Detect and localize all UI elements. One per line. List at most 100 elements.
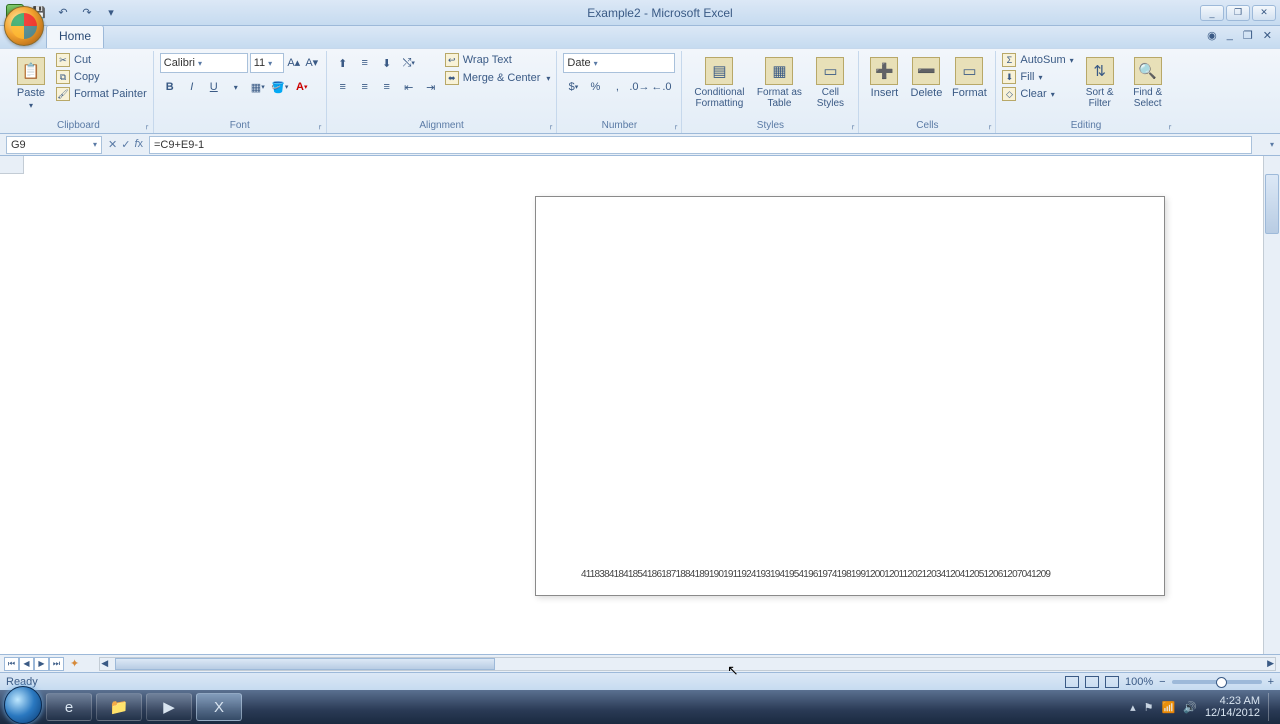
taskbar-explorer-icon[interactable]: 📁: [96, 693, 142, 721]
autosum-label: AutoSum: [1020, 54, 1065, 66]
orientation-icon[interactable]: ⤭▾: [399, 53, 419, 73]
zoom-out-icon[interactable]: −: [1159, 676, 1165, 688]
restore-button[interactable]: ❐: [1226, 5, 1250, 21]
borders-button[interactable]: ▦▾: [248, 77, 268, 97]
italic-button[interactable]: I: [182, 77, 202, 97]
tray-show-hidden-icon[interactable]: ▴: [1130, 701, 1136, 714]
delete-cells-button[interactable]: ➖Delete: [907, 53, 945, 99]
fill-color-button[interactable]: 🪣▾: [270, 77, 290, 97]
clear-button[interactable]: ◇Clear▾: [1002, 87, 1073, 101]
fill-button[interactable]: ⬇Fill▾: [1002, 70, 1073, 84]
align-right-icon[interactable]: ≡: [377, 77, 397, 97]
conditional-formatting-button[interactable]: ▤Conditional Formatting: [688, 53, 750, 109]
decrease-decimal-icon[interactable]: ←.0: [651, 77, 671, 97]
undo-icon[interactable]: ↶: [54, 4, 72, 22]
ribbon-tab-home[interactable]: Home: [46, 25, 104, 48]
brush-icon: 🖌: [56, 87, 70, 101]
format-as-table-button[interactable]: ▦Format as Table: [754, 53, 804, 109]
tray-volume-icon[interactable]: 🔊: [1183, 701, 1197, 714]
fx-icon[interactable]: fx: [134, 138, 143, 151]
align-center-icon[interactable]: ≡: [355, 77, 375, 97]
sort-icon: ⇅: [1086, 57, 1114, 85]
format-cells-button[interactable]: ▭Format: [949, 53, 989, 99]
select-all-corner[interactable]: [0, 156, 24, 174]
align-middle-icon[interactable]: ≡: [355, 53, 375, 73]
zoom-level[interactable]: 100%: [1125, 676, 1153, 688]
ribbon: 📋 Paste ▾ ✂Cut ⧉Copy 🖌Format Painter Cli…: [0, 48, 1280, 134]
align-bottom-icon[interactable]: ⬇: [377, 53, 397, 73]
paste-button[interactable]: 📋 Paste ▾: [10, 53, 52, 110]
cell-styles-button[interactable]: ▭Cell Styles: [808, 53, 852, 109]
enter-formula-icon[interactable]: ✓: [121, 138, 130, 151]
redo-icon[interactable]: ↷: [78, 4, 96, 22]
format-painter-button[interactable]: 🖌Format Painter: [56, 87, 147, 101]
qat-customize-icon[interactable]: ▾: [102, 4, 120, 22]
normal-view-icon[interactable]: [1065, 676, 1079, 688]
sheet-nav-last-icon[interactable]: ⏭: [49, 657, 64, 671]
wrap-label: Wrap Text: [463, 54, 512, 66]
minimize-button[interactable]: _: [1200, 5, 1224, 21]
taskbar-excel-icon[interactable]: X: [196, 693, 242, 721]
restore-workbook-icon[interactable]: ❐: [1243, 29, 1253, 42]
font-size-combo[interactable]: 11▾: [250, 53, 284, 73]
increase-indent-icon[interactable]: ⇥: [421, 77, 441, 97]
sheet-nav-first-icon[interactable]: ⏮: [4, 657, 19, 671]
name-box-value: G9: [11, 139, 26, 151]
wrap-text-button[interactable]: ↩Wrap Text: [445, 53, 551, 67]
tray-flag-icon[interactable]: ⚑: [1144, 701, 1154, 714]
number-format-combo[interactable]: Date▾: [563, 53, 675, 73]
taskbar-clock[interactable]: 4:23 AM 12/14/2012: [1205, 695, 1260, 719]
vscroll-thumb[interactable]: [1265, 174, 1279, 234]
bold-button[interactable]: B: [160, 77, 180, 97]
insert-icon: ➕: [870, 57, 898, 85]
close-workbook-icon[interactable]: ✕: [1263, 29, 1272, 42]
comma-icon[interactable]: ,: [607, 77, 627, 97]
insert-cells-button[interactable]: ➕Insert: [865, 53, 903, 99]
merge-center-button[interactable]: ⬌Merge & Center▾: [445, 71, 551, 85]
cancel-formula-icon[interactable]: ✕: [108, 138, 117, 151]
sheet-nav-prev-icon[interactable]: ◀: [19, 657, 34, 671]
vertical-scrollbar[interactable]: [1263, 156, 1280, 654]
zoom-in-icon[interactable]: +: [1268, 676, 1274, 688]
sheet-nav-next-icon[interactable]: ▶: [34, 657, 49, 671]
tray-network-icon[interactable]: 📶: [1162, 701, 1176, 714]
taskbar-ie-icon[interactable]: e: [46, 693, 92, 721]
start-button[interactable]: [4, 686, 42, 724]
font-color-button[interactable]: A▾: [292, 77, 312, 97]
grow-font-icon[interactable]: A▴: [286, 53, 302, 71]
increase-decimal-icon[interactable]: .0→: [629, 77, 649, 97]
font-family-combo[interactable]: Calibri▾: [160, 53, 248, 73]
cut-button[interactable]: ✂Cut: [56, 53, 147, 67]
close-button[interactable]: ✕: [1252, 5, 1276, 21]
minimize-ribbon-icon[interactable]: _: [1227, 29, 1233, 42]
decrease-indent-icon[interactable]: ⇤: [399, 77, 419, 97]
shrink-font-icon[interactable]: A▾: [304, 53, 320, 71]
page-layout-view-icon[interactable]: [1085, 676, 1099, 688]
office-button[interactable]: [4, 6, 44, 46]
fill-icon: ⬇: [1002, 70, 1016, 84]
clear-label: Clear: [1020, 88, 1046, 100]
taskbar-media-player-icon[interactable]: ▶: [146, 693, 192, 721]
formula-bar: G9▾ ✕ ✓ fx =C9+E9-1 ▾: [0, 134, 1280, 156]
align-left-icon[interactable]: ≡: [333, 77, 353, 97]
embedded-chart[interactable]: 4118384184185418618718841891901911924193…: [535, 196, 1165, 596]
horizontal-scrollbar[interactable]: ◀ ▶: [99, 657, 1276, 671]
show-desktop-button[interactable]: [1268, 693, 1276, 721]
expand-formula-bar-icon[interactable]: ▾: [1264, 140, 1280, 149]
underline-button[interactable]: U: [204, 77, 224, 97]
sort-filter-button[interactable]: ⇅Sort & Filter: [1078, 53, 1122, 109]
name-box[interactable]: G9▾: [6, 136, 102, 154]
formula-input[interactable]: =C9+E9-1: [149, 136, 1252, 154]
currency-icon[interactable]: $▾: [563, 77, 583, 97]
page-break-view-icon[interactable]: [1105, 676, 1119, 688]
insert-sheet-icon[interactable]: ✦: [70, 657, 79, 670]
copy-button[interactable]: ⧉Copy: [56, 70, 147, 84]
zoom-slider[interactable]: [1172, 680, 1262, 684]
align-top-icon[interactable]: ⬆: [333, 53, 353, 73]
percent-icon[interactable]: %: [585, 77, 605, 97]
autosum-button[interactable]: ΣAutoSum▾: [1002, 53, 1073, 67]
worksheet-grid[interactable]: 4118384184185418618718841891901911924193…: [0, 156, 1280, 654]
find-select-button[interactable]: 🔍Find & Select: [1126, 53, 1170, 109]
help-icon[interactable]: ◉: [1207, 29, 1217, 42]
hscroll-thumb[interactable]: [115, 658, 495, 670]
